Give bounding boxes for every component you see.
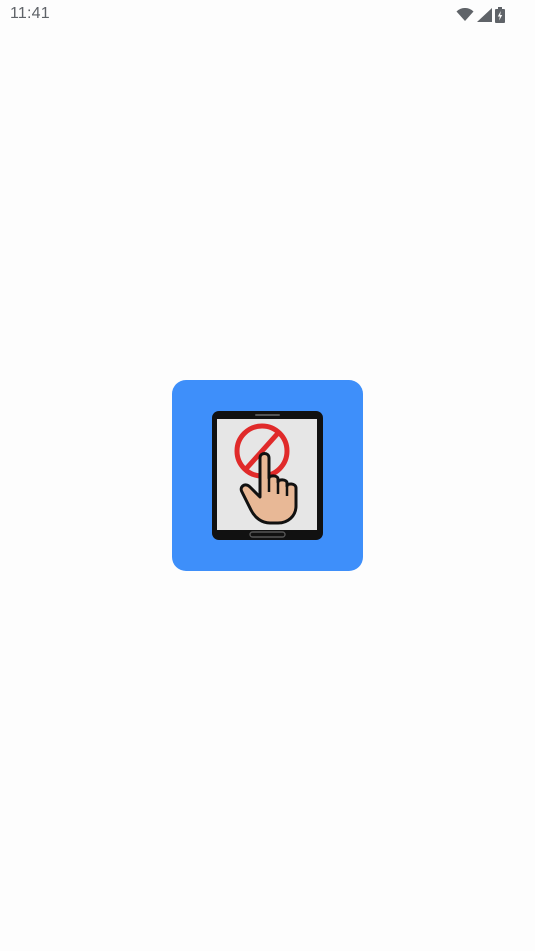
status-icons bbox=[456, 5, 505, 25]
status-bar: 11:41 bbox=[0, 0, 535, 30]
status-time: 11:41 bbox=[10, 5, 50, 22]
app-logo bbox=[172, 380, 363, 571]
cellular-signal-icon bbox=[477, 8, 492, 22]
splash-screen: 11:41 bbox=[0, 0, 535, 951]
app-logo-no-touch-tablet-icon bbox=[212, 411, 323, 540]
battery-charging-icon bbox=[495, 7, 505, 23]
wifi-icon bbox=[456, 8, 474, 22]
